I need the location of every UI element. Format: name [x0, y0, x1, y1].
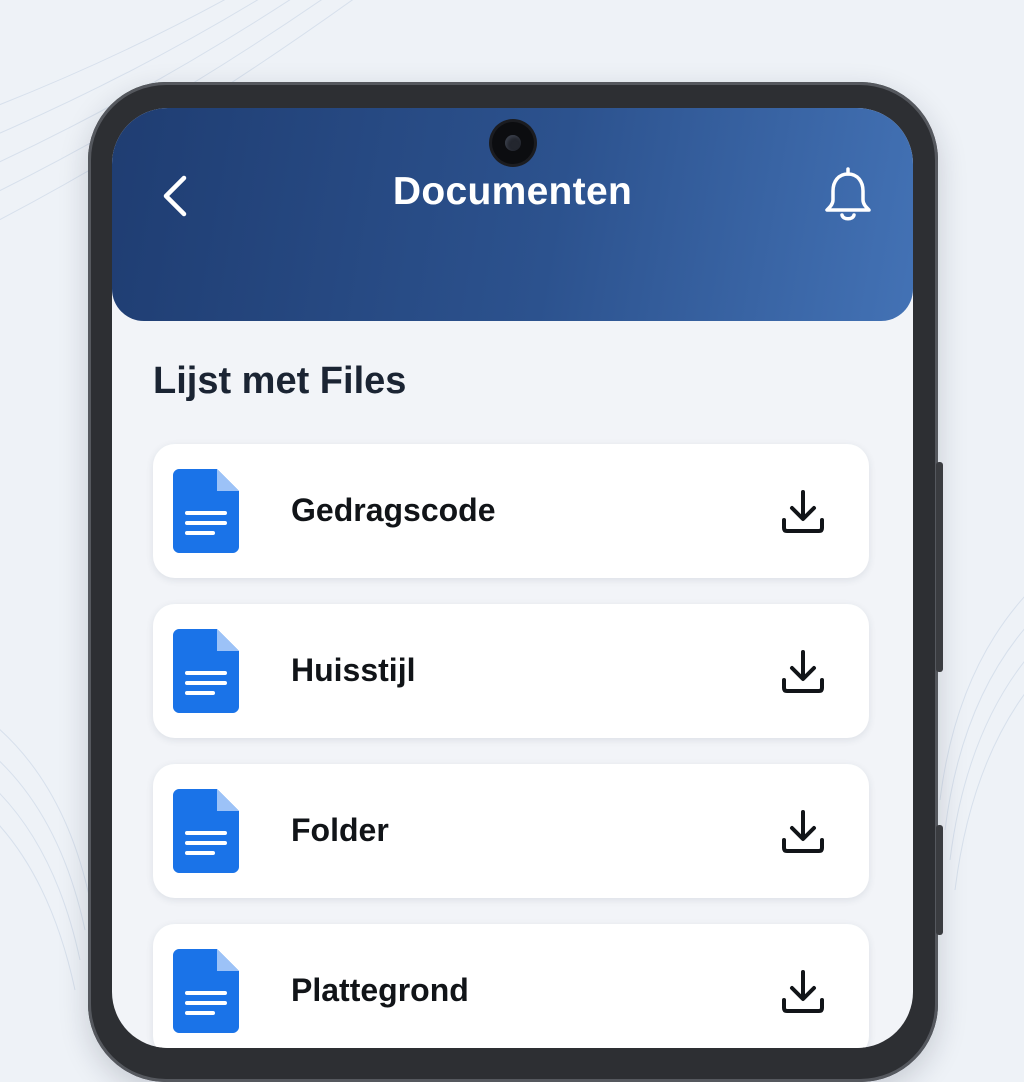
download-icon: [782, 810, 824, 853]
document-icon: [173, 789, 239, 873]
file-list-item[interactable]: Huisstijl: [153, 604, 869, 738]
bell-icon: [825, 167, 871, 221]
file-name: Gedragscode: [291, 492, 496, 528]
file-name: Huisstijl: [291, 652, 416, 688]
app-header: Documenten: [112, 108, 913, 321]
download-button[interactable]: [779, 488, 827, 536]
front-camera: [492, 122, 534, 164]
document-icon: [173, 469, 239, 553]
file-name: Plattegrond: [291, 972, 469, 1008]
download-icon: [782, 490, 824, 533]
phone-screen: Documenten Lijst met Files Gedragscode H…: [112, 108, 913, 1048]
section-title: Lijst met Files: [153, 360, 407, 402]
document-icon: [173, 629, 239, 713]
download-button[interactable]: [779, 968, 827, 1016]
download-icon: [782, 970, 824, 1013]
notifications-button[interactable]: [820, 166, 876, 226]
download-icon: [782, 650, 824, 693]
document-icon: [173, 949, 239, 1033]
file-list-item[interactable]: Gedragscode: [153, 444, 869, 578]
phone-side-button: [936, 825, 943, 935]
download-button[interactable]: [779, 648, 827, 696]
file-name: Folder: [291, 812, 389, 848]
download-button[interactable]: [779, 808, 827, 856]
file-list-item[interactable]: Plattegrond: [153, 924, 869, 1048]
file-list-item[interactable]: Folder: [153, 764, 869, 898]
phone-side-button: [936, 462, 943, 672]
page-title: Documenten: [392, 170, 633, 213]
